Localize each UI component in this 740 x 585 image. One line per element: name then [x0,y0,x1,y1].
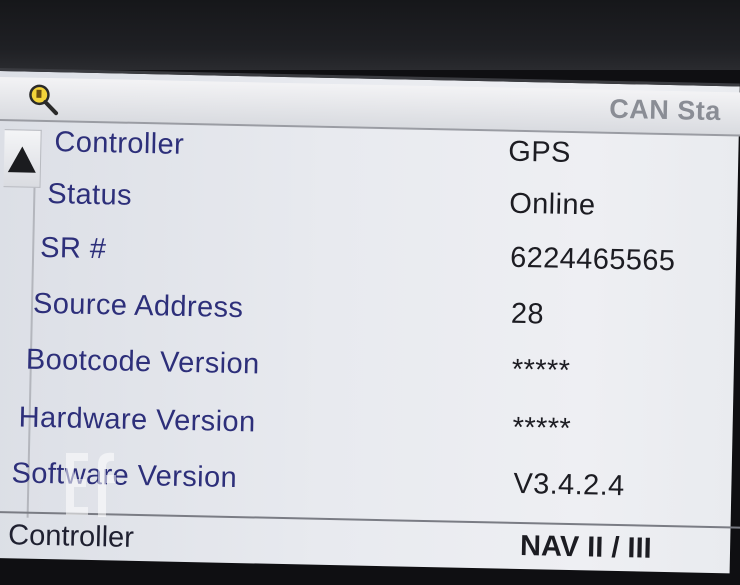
row-value: 28 [510,297,545,331]
watermark-logo [66,452,116,517]
row-label: Source Address [32,287,244,325]
row-label: Bootcode Version [25,343,260,381]
device-bezel [0,0,740,70]
info-row-source-address: Source Address 28 [0,287,740,353]
row-value: ***** [511,353,571,388]
row-value: NAV II / III [519,530,653,565]
row-label: SR # [39,231,107,266]
row-value: ***** [512,411,572,446]
magnifier-key-icon[interactable] [23,80,64,117]
page-title: CAN Sta [608,93,722,127]
row-label: Status [47,178,133,212]
info-row-sr-number: SR # 6224465565 [0,231,740,297]
info-row-controller-next: Controller NAV II / III [0,519,740,585]
row-label: Hardware Version [18,401,256,439]
row-label: Controller [54,126,185,161]
row-value: GPS [508,135,572,169]
row-value: 6224465565 [509,241,676,278]
row-value: Online [508,187,596,222]
row-value: V3.4.2.4 [513,467,625,503]
info-row-bootcode-version: Bootcode Version ***** [0,343,740,409]
